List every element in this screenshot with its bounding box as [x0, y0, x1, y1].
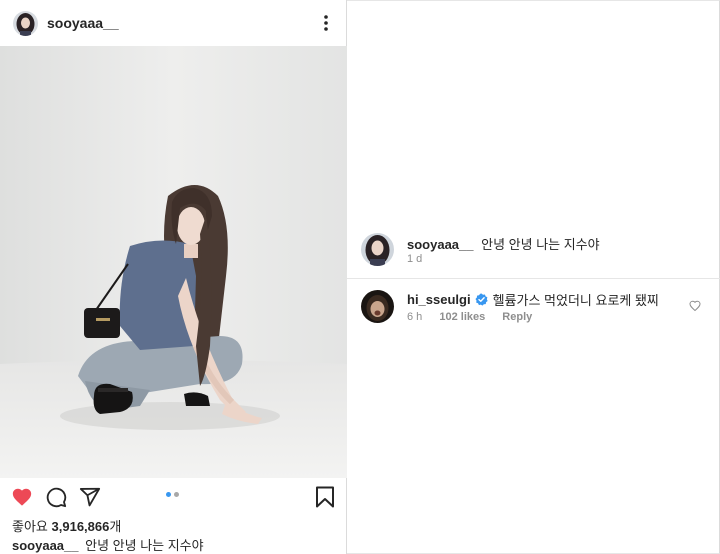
share-icon[interactable] [79, 486, 101, 508]
post-caption: sooyaaa__ 안녕 안녕 나는 지수야 [12, 535, 204, 554]
comment-time: 6 h [407, 311, 423, 323]
post-actions [0, 478, 347, 516]
verified-badge-icon [475, 293, 488, 306]
likes-unit: 개 [109, 519, 122, 534]
author-username[interactable]: sooyaaa__ [407, 237, 474, 252]
comment-icon[interactable] [45, 486, 67, 508]
author-caption-text: 안녕 안녕 나는 지수야 [481, 237, 600, 252]
author-post-time: 1 d [407, 253, 423, 265]
comment-meta: 6 h 102 likes Reply [407, 311, 546, 323]
reply-button[interactable]: Reply [502, 311, 532, 323]
comment-line: hi_sseulgi 헬륨가스 먹었더니 요로케 됐찌 [407, 290, 659, 309]
comment-item: hi_sseulgi 헬륨가스 먹었더니 요로케 됐찌 6 h 102 like… [347, 287, 720, 331]
post-username[interactable]: sooyaaa__ [47, 15, 119, 31]
post-photo[interactable] [0, 46, 347, 478]
post-card: sooyaaa__ 좋아요 3,916,866개 sooyaaa__ 안녕 안녕… [0, 0, 347, 554]
author-caption: sooyaaa__ 안녕 안녕 나는 지수야 [407, 234, 600, 253]
post-header: sooyaaa__ [0, 0, 347, 46]
carousel-dot [174, 492, 179, 497]
commenter-avatar[interactable] [361, 290, 394, 323]
caption-username[interactable]: sooyaaa__ [12, 538, 79, 553]
divider [347, 278, 720, 279]
comment-text: 헬륨가스 먹었더니 요로케 됐찌 [492, 293, 659, 308]
carousel-dot-active [166, 492, 171, 497]
likes-count[interactable]: 좋아요 3,916,866개 [12, 516, 121, 535]
comment-like-heart-icon[interactable] [689, 300, 701, 312]
likes-label: 좋아요 [12, 519, 48, 534]
comment-likes[interactable]: 102 likes [439, 311, 485, 323]
carousel-indicator [166, 492, 179, 497]
bookmark-icon[interactable] [315, 486, 335, 508]
author-avatar[interactable] [361, 233, 394, 266]
author-caption-row: sooyaaa__ 안녕 안녕 나는 지수야 1 d [347, 231, 720, 279]
likes-number: 3,916,866 [51, 519, 110, 534]
comments-panel: sooyaaa__ 안녕 안녕 나는 지수야 1 d hi_sseulgi 헬륨… [347, 0, 720, 554]
more-icon[interactable] [320, 13, 332, 33]
profile-avatar[interactable] [13, 11, 38, 36]
commenter-username[interactable]: hi_sseulgi [407, 292, 471, 307]
heart-icon[interactable] [11, 486, 33, 507]
caption-text: 안녕 안녕 나는 지수야 [85, 538, 204, 553]
